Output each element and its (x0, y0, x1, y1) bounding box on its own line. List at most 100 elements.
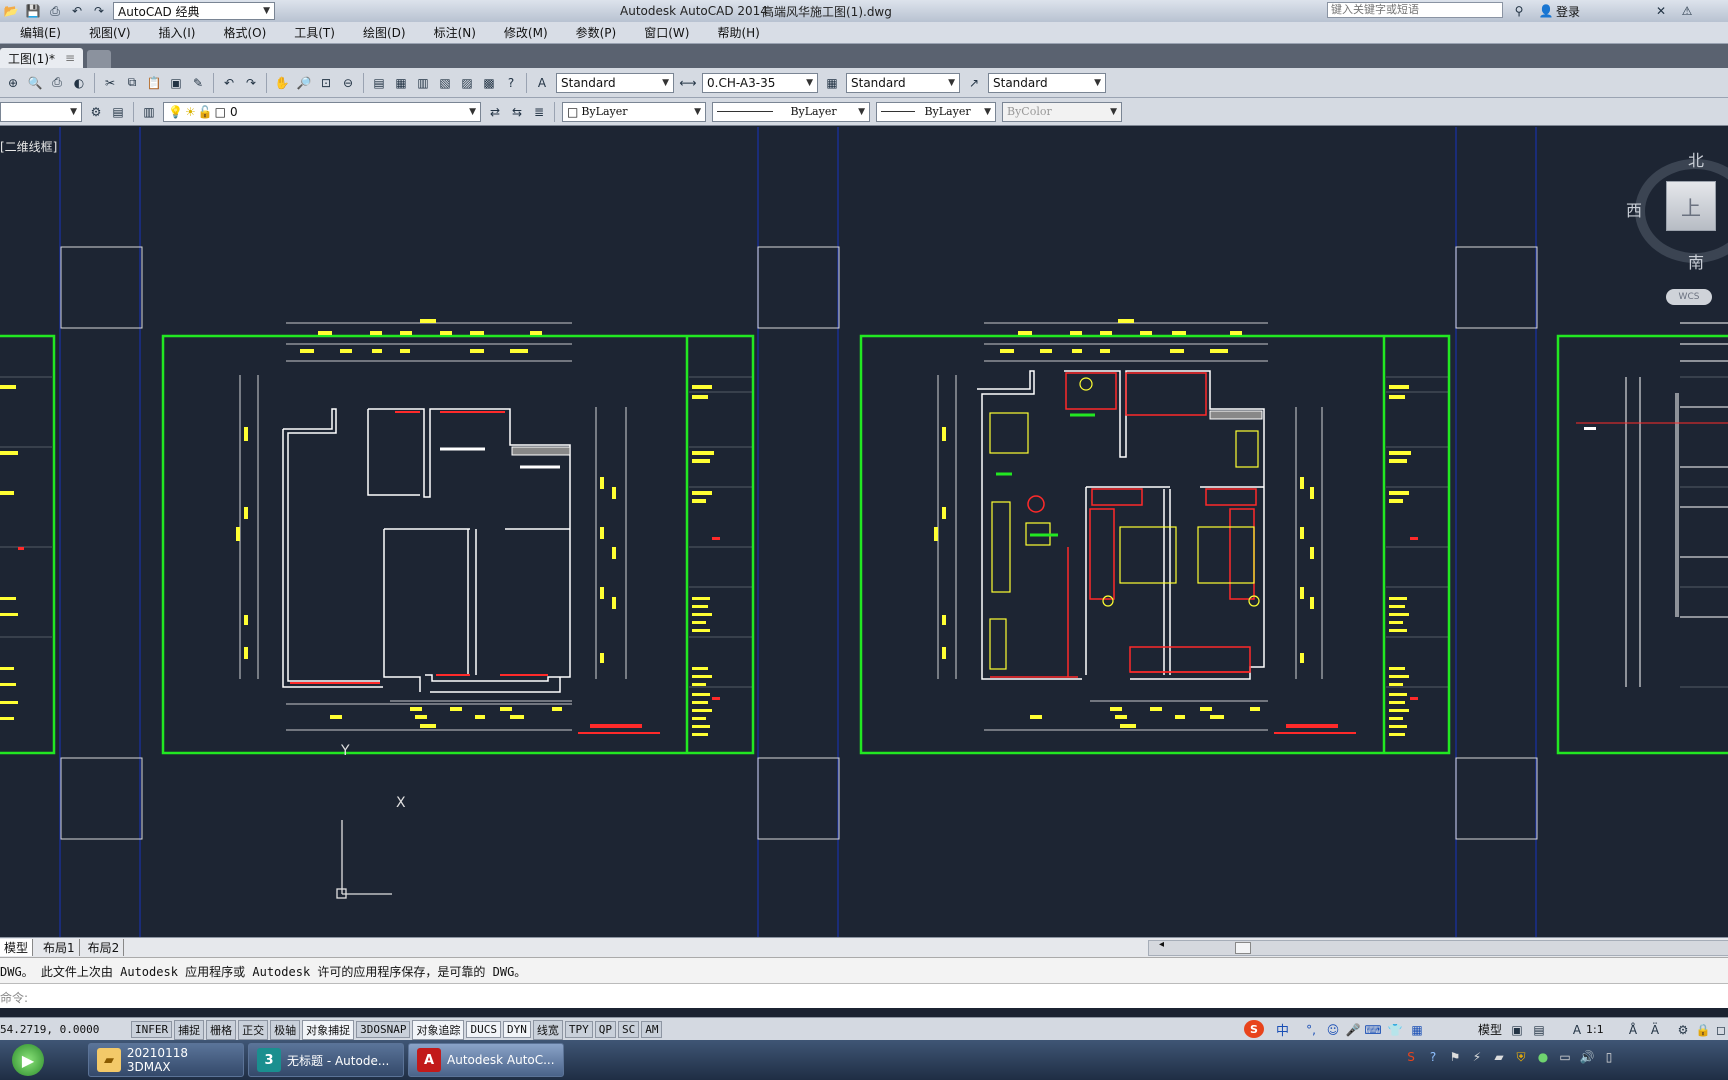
drawing-canvas[interactable]: [二维线框] Y X 北 西 南 上 WCS (0, 127, 1728, 940)
color-select[interactable]: □ ByLayer ▼ (562, 101, 706, 122)
tool-palettes-icon[interactable]: ▥ (414, 74, 432, 92)
toggle-ortho[interactable]: 正交 (238, 1019, 269, 1040)
publish-icon[interactable]: ◐ (70, 74, 88, 92)
toggle-lwt[interactable]: 线宽 (532, 1019, 563, 1040)
toggle-otrack[interactable]: 对象追踪 (412, 1019, 465, 1040)
viewcube[interactable]: 北 西 南 上 WCS (1626, 139, 1728, 305)
dim-style-select[interactable]: 0.CH-A3-35 ▼ (702, 72, 818, 93)
menu-help[interactable]: 帮助(H) (717, 24, 759, 41)
help-icon[interactable]: ? (502, 74, 520, 92)
save-icon[interactable]: 💾 (24, 2, 42, 20)
dim-style-icon[interactable]: ⟷ (679, 74, 697, 92)
text-style-select[interactable]: Standard ▼ (556, 72, 674, 93)
text-style-icon[interactable]: A (533, 74, 551, 92)
markup-icon[interactable]: ▨ (458, 74, 476, 92)
sogou-ime-icon[interactable]: S (1244, 1020, 1264, 1038)
microphone-icon[interactable]: 🎤 (1344, 1021, 1362, 1039)
multileader-style-icon[interactable]: ↗ (965, 74, 983, 92)
hand-pan-icon[interactable]: ✋ (273, 74, 291, 92)
design-center-icon[interactable]: ▦ (392, 74, 410, 92)
plot-icon[interactable]: ⎙ (48, 74, 66, 92)
menu-insert[interactable]: 插入(I) (159, 24, 196, 41)
folder-tray-icon[interactable]: ▰ (1490, 1048, 1508, 1066)
toggle-snap[interactable]: 捕捉 (174, 1019, 205, 1040)
open-icon[interactable]: 📂 (2, 2, 20, 20)
linetype-select[interactable]: ByLayer ▼ (712, 101, 870, 122)
layer-state-icon[interactable]: ≣ (530, 103, 548, 121)
block-editor-icon[interactable]: ✎ (189, 74, 207, 92)
scroll-left-icon[interactable]: ◂ (1159, 939, 1164, 950)
security-icon[interactable]: ● (1534, 1048, 1552, 1066)
shield-icon[interactable]: ⛨ (1512, 1048, 1530, 1066)
toggle-am[interactable]: AM (641, 1021, 663, 1038)
toggle-3dosnap[interactable]: 3DOSNAP (356, 1021, 411, 1038)
toggle-polar[interactable]: 极轴 (270, 1019, 301, 1040)
user-icon[interactable]: 👤 (1537, 2, 1555, 20)
taskbar-item-autocad[interactable]: A Autodesk AutoC... (408, 1043, 564, 1077)
menu-edit[interactable]: 编辑(E) (20, 24, 61, 41)
layer-select[interactable]: 💡 ☀ 🔓 □ 0 ▼ (163, 101, 481, 122)
sheet-set-icon[interactable]: ▧ (436, 74, 454, 92)
help-icon[interactable]: ⚠ (1678, 2, 1696, 20)
preview-icon[interactable]: 🔍 (26, 74, 44, 92)
compass-south[interactable]: 南 (1688, 249, 1704, 273)
workspace-gear-icon[interactable]: ⚙ (1674, 1021, 1692, 1039)
menu-view[interactable]: 视图(V) (89, 24, 131, 41)
make-current-icon[interactable]: ⇄ (486, 103, 504, 121)
search-input[interactable] (1327, 2, 1503, 18)
start-button[interactable]: ▶ (0, 1040, 56, 1080)
cut-icon[interactable]: ✂ (101, 74, 119, 92)
toggle-grid[interactable]: 栅格 (206, 1019, 237, 1040)
pan-icon[interactable]: ⊕ (4, 74, 22, 92)
layer-properties-icon[interactable]: ▥ (140, 103, 158, 121)
close-icon[interactable]: ≡ (65, 51, 75, 65)
multileader-style-select[interactable]: Standard ▼ (988, 72, 1106, 93)
tab-document[interactable]: 工图(1)* ≡ (0, 48, 84, 68)
grid-icon[interactable]: ▦ (1408, 1021, 1426, 1039)
taskbar-item-3dsmax[interactable]: 3 无标题 - Autode... (248, 1043, 404, 1077)
smiley-icon[interactable]: ☺ (1324, 1021, 1342, 1039)
table-style-select[interactable]: Standard ▼ (846, 72, 960, 93)
lineweight-select[interactable]: ByLayer ▼ (876, 101, 996, 122)
toggle-infer[interactable]: INFER (131, 1021, 173, 1038)
menu-window[interactable]: 窗口(W) (644, 24, 689, 41)
toggle-dyn[interactable]: DYN (502, 1021, 531, 1038)
redo-icon[interactable]: ↷ (90, 2, 108, 20)
monitor-icon[interactable]: ▭ (1556, 1048, 1574, 1066)
quick-view-layouts-icon[interactable]: ▣ (1508, 1021, 1526, 1039)
compass-west[interactable]: 西 (1626, 197, 1642, 221)
zoom-window-icon[interactable]: ⊡ (317, 74, 335, 92)
toggle-ducs[interactable]: DUCS (466, 1021, 501, 1038)
table-style-icon[interactable]: ▦ (823, 74, 841, 92)
menu-tools[interactable]: 工具(T) (294, 24, 335, 41)
exchange-icon[interactable]: ✕ (1652, 2, 1670, 20)
zoom-realtime-icon[interactable]: 🔎 (295, 74, 313, 92)
sogou-tray-icon[interactable]: S (1402, 1048, 1420, 1066)
menu-modify[interactable]: 修改(M) (504, 24, 548, 41)
toggle-sc[interactable]: SC (617, 1021, 640, 1038)
new-tab-button[interactable] (87, 50, 112, 68)
workspace-layer-select[interactable]: ▼ (0, 101, 82, 122)
ime-mode[interactable]: 中 (1276, 1020, 1289, 1039)
toggle-tpy[interactable]: TPY (564, 1021, 593, 1038)
viewcube-top-face[interactable]: 上 (1666, 181, 1716, 231)
match-properties-icon[interactable]: ▣ (167, 74, 185, 92)
taskbar-item-folder[interactable]: ▰ 20210118 3DMAX (88, 1043, 244, 1077)
tab-model[interactable]: 模型 (0, 939, 34, 956)
properties-icon[interactable]: ▤ (370, 74, 388, 92)
workspace-select[interactable]: AutoCAD 经典 ▼ (113, 2, 275, 20)
redo-icon[interactable]: ↷ (242, 74, 260, 92)
compass-north[interactable]: 北 (1688, 147, 1704, 171)
layer-previous-icon[interactable]: ⇆ (508, 103, 526, 121)
binoculars-icon[interactable]: ⚲ (1510, 2, 1528, 20)
coordinate-readout[interactable]: 54.2719, 0.0000 (0, 1023, 130, 1036)
horizontal-scrollbar[interactable]: ◂ (1148, 939, 1728, 956)
undo-icon[interactable]: ↶ (68, 2, 86, 20)
calculator-icon[interactable]: ▩ (480, 74, 498, 92)
tab-layout2[interactable]: 布局2 (84, 939, 125, 956)
tab-layout1[interactable]: 布局1 (39, 939, 80, 956)
flag-icon[interactable]: ⚑ (1446, 1048, 1464, 1066)
paste-icon[interactable]: 📋 (145, 74, 163, 92)
skin-icon[interactable]: 👕 (1386, 1021, 1404, 1039)
clean-screen-icon[interactable]: ◻ (1712, 1021, 1728, 1039)
